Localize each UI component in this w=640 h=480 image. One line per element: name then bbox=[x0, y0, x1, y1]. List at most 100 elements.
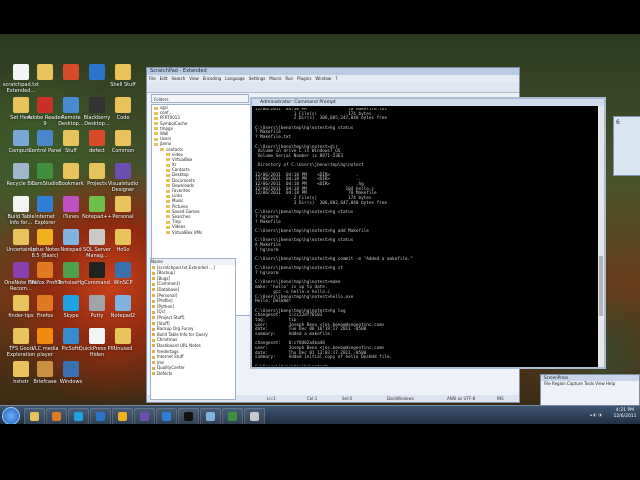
tree-item[interactable]: VirtualBox VMs bbox=[152, 230, 250, 235]
file-list-item-label: [Bugs] bbox=[157, 275, 171, 281]
desktop-icon-glyph bbox=[89, 64, 105, 80]
outlook-icon bbox=[96, 412, 105, 421]
desktop-icon-glyph bbox=[115, 130, 131, 146]
file-icon bbox=[152, 350, 155, 353]
menu-item[interactable]: Run bbox=[285, 76, 293, 81]
menu-item[interactable]: File bbox=[149, 76, 156, 81]
file-list-item-label: [Stuff] bbox=[157, 320, 170, 326]
menu-item[interactable]: Plugins bbox=[297, 76, 311, 81]
ie-icon bbox=[162, 412, 171, 421]
file-icon bbox=[152, 366, 155, 370]
taskbar-app-cmd[interactable] bbox=[178, 408, 199, 425]
desktop-icon-glyph bbox=[63, 295, 79, 311]
file-icon bbox=[152, 372, 155, 376]
folder-icon bbox=[160, 148, 164, 151]
desktop-icon-glyph bbox=[13, 295, 29, 311]
desktop-icon-label: Common bbox=[111, 148, 135, 154]
desktop-icon-glyph bbox=[115, 97, 131, 113]
file-list-item-label: [Python] bbox=[157, 303, 174, 309]
taskbar-app-explorer[interactable] bbox=[24, 408, 45, 425]
terminal-scroll-thumb[interactable] bbox=[599, 256, 603, 316]
file-icon bbox=[152, 271, 155, 275]
desktop-icon-glyph bbox=[37, 196, 53, 212]
taskbar-app-firefox[interactable] bbox=[46, 408, 67, 425]
mini-window[interactable]: ScreenPress File Region Capture Tools Vi… bbox=[540, 374, 640, 406]
taskbar-app-outlook[interactable] bbox=[90, 408, 111, 425]
folder-icon bbox=[166, 225, 170, 229]
file-list-item-label: Backup Org Funny bbox=[157, 326, 194, 332]
desktop-icon-glyph bbox=[115, 262, 131, 278]
folder-icon bbox=[154, 106, 158, 110]
desktop-icon[interactable]: Unused bbox=[108, 326, 138, 366]
file-list-item-label: [Profile] bbox=[157, 298, 173, 304]
terminal-scrollbar[interactable] bbox=[598, 106, 604, 367]
file-icon bbox=[152, 299, 155, 303]
system-tray-icons[interactable]: ▴ ◐ ◑ bbox=[590, 412, 610, 418]
menu-item[interactable]: Settings bbox=[249, 76, 265, 81]
folder-icon bbox=[166, 173, 170, 177]
file-list[interactable]: Name [scratchpad.txt Extended …] [Backup][… bbox=[150, 258, 236, 400]
desktop-icon-glyph bbox=[37, 328, 53, 344]
lotus-icon bbox=[118, 412, 127, 421]
menu-item[interactable]: Language bbox=[225, 76, 245, 81]
desktop-icon-glyph bbox=[63, 262, 79, 278]
taskbar-app-skype[interactable] bbox=[68, 408, 89, 425]
file-icon bbox=[152, 288, 155, 292]
desktop-icon-glyph bbox=[89, 328, 105, 344]
folder-icon bbox=[154, 111, 158, 115]
file-icon bbox=[152, 294, 155, 298]
taskbar-app-camstudio[interactable] bbox=[222, 408, 243, 425]
taskbar-app-lotus[interactable] bbox=[112, 408, 133, 425]
folder-icon bbox=[166, 168, 170, 172]
desktop-icon-glyph bbox=[13, 64, 29, 80]
menu-item[interactable]: View bbox=[189, 76, 199, 81]
menu-item[interactable]: Encoding bbox=[203, 76, 221, 81]
desktop-icon-glyph bbox=[37, 262, 53, 278]
folder-icon bbox=[166, 194, 170, 198]
file-list-item[interactable]: Defects bbox=[151, 371, 235, 377]
desktop-icon-glyph bbox=[13, 328, 29, 344]
desktop-icon-glyph bbox=[63, 64, 79, 80]
terminal-output[interactable]: 12/06/2011 04:18 PM 70 Makefile.txt 1 Fi… bbox=[255, 108, 595, 366]
file-icon bbox=[152, 316, 155, 320]
menu-item[interactable]: Macro bbox=[269, 76, 281, 81]
menu-item[interactable]: Window bbox=[315, 76, 331, 81]
side-widget[interactable]: 6 bbox=[613, 116, 640, 176]
desktop-icon-glyph bbox=[37, 130, 53, 146]
explorer-icon bbox=[30, 412, 39, 421]
taskbar-app-screenpress[interactable] bbox=[244, 408, 265, 425]
file-list-item-label: [Qc] bbox=[157, 309, 166, 315]
folder-icon bbox=[166, 210, 170, 214]
status-field: INS bbox=[497, 396, 504, 401]
folder-icon bbox=[154, 137, 158, 141]
desktop-icon-label: WinSCP bbox=[113, 280, 133, 286]
desktop-icon-glyph bbox=[63, 229, 79, 245]
file-icon bbox=[152, 282, 155, 286]
file-list-item-label: QualityCenter bbox=[157, 365, 185, 371]
folder-icon bbox=[154, 127, 158, 131]
desktop-icon[interactable]: Windows bbox=[56, 359, 86, 399]
desktop-icon-glyph bbox=[89, 262, 105, 278]
menu-item[interactable]: Search bbox=[171, 76, 185, 81]
terminal-window[interactable]: Administrator: Command Prompt 12/06/2011… bbox=[250, 97, 606, 369]
file-list-item-label: [Backup] bbox=[157, 270, 175, 276]
screen: scratchpad.txt Extended… Shell Stuff Set H… bbox=[0, 0, 640, 480]
desktop-icon-glyph bbox=[89, 97, 105, 113]
status-field: Ln:1 bbox=[267, 396, 276, 401]
desktop-icon-glyph bbox=[37, 229, 53, 245]
taskbar-app-ie[interactable] bbox=[156, 408, 177, 425]
screenpress-icon bbox=[250, 412, 259, 421]
status-field: Sel:0 bbox=[342, 396, 353, 401]
tray-clock[interactable]: 4:21 PM 12/6/2011 bbox=[612, 408, 638, 420]
taskbar-app-notepad[interactable] bbox=[200, 408, 221, 425]
desktop-icon-glyph bbox=[13, 163, 29, 179]
file-icon bbox=[152, 322, 155, 326]
menu-item[interactable]: ? bbox=[335, 76, 337, 81]
taskbar: ▴ ◐ ◑ 4:21 PM 12/6/2011 bbox=[0, 405, 640, 425]
taskbar-app-vs[interactable] bbox=[134, 408, 155, 425]
menu-item[interactable]: Edit bbox=[160, 76, 168, 81]
start-button[interactable] bbox=[2, 407, 20, 425]
desktop-icon-glyph bbox=[63, 328, 79, 344]
desktop-icon-glyph bbox=[13, 130, 29, 146]
notepad-icon bbox=[206, 412, 215, 421]
